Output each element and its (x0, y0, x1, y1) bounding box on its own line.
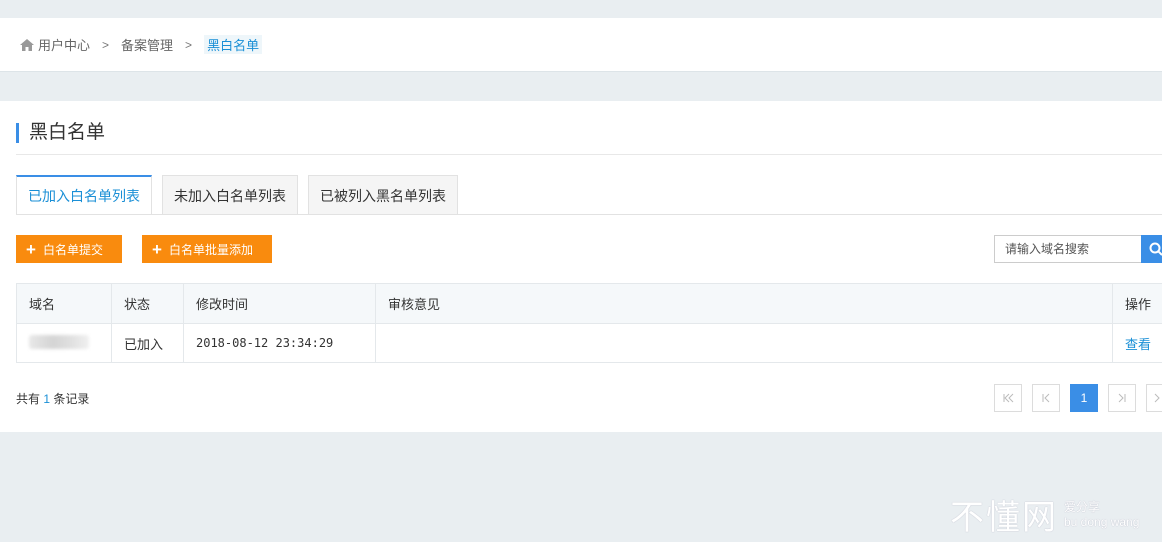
page-number-button[interactable]: 1 (1070, 384, 1098, 412)
breadcrumb-current: 黑白名单 (204, 35, 263, 54)
cell-action: 查看 (1112, 323, 1162, 363)
tab-bar: 已加入白名单列表 未加入白名单列表 已被列入黑名单列表 (16, 175, 468, 215)
last-page-icon (1154, 393, 1160, 403)
first-page-button[interactable] (994, 384, 1022, 412)
table-header-row: 域名 状态 修改时间 审核意见 操作 (16, 283, 1162, 324)
last-page-button[interactable] (1146, 384, 1162, 412)
whitelist-submit-label: 白名单提交 (42, 242, 103, 257)
whitelist-submit-button[interactable]: + 白名单提交 (16, 235, 122, 263)
tab-not-whitelisted[interactable]: 未加入白名单列表 (162, 175, 298, 215)
watermark-sub2: bu dong wang (1064, 514, 1140, 529)
col-header-domain: 域名 (16, 283, 112, 324)
top-strip (0, 0, 1162, 18)
site-watermark: 不懂网 爱分享 bu dong wang (950, 490, 1139, 539)
plus-icon: + (26, 239, 36, 259)
watermark-logo: 不懂网 (950, 498, 1058, 538)
plus-icon: + (152, 239, 162, 259)
record-count-suffix: 条记录 (53, 392, 90, 406)
tab-blacklisted[interactable]: 已被列入黑名单列表 (308, 175, 458, 215)
table-row: 已加入 2018-08-12 23:34:29 查看 (16, 323, 1162, 363)
prev-page-button[interactable] (1032, 384, 1060, 412)
cell-status: 已加入 (111, 323, 184, 363)
record-count-number: 1 (43, 392, 51, 406)
page-title: 黑白名单 (16, 123, 105, 143)
cell-domain (16, 323, 112, 363)
next-page-icon (1118, 393, 1126, 403)
tab-divider (16, 214, 1162, 215)
cell-opinion (375, 323, 1113, 363)
breadcrumb-separator: > (102, 37, 110, 52)
watermark-tagline: 爱分享 bu dong wang (1064, 500, 1139, 530)
col-header-modified: 修改时间 (183, 283, 376, 324)
watermark-sub1: 爱分享 (1064, 499, 1101, 514)
breadcrumb-home-label: 用户中心 (38, 38, 91, 53)
next-page-button[interactable] (1108, 384, 1136, 412)
whitelist-batch-add-label: 白名单批量添加 (168, 242, 253, 257)
prev-page-icon (1042, 393, 1050, 403)
cell-modified: 2018-08-12 23:34:29 (183, 323, 376, 363)
col-header-action: 操作 (1112, 283, 1162, 324)
whitelist-batch-add-button[interactable]: + 白名单批量添加 (142, 235, 272, 263)
record-count: 共有 1 条记录 (16, 390, 89, 407)
col-header-status: 状态 (111, 283, 184, 324)
title-divider (16, 154, 1162, 155)
pagination: 1 (994, 384, 1162, 412)
blurred-domain (29, 334, 89, 349)
col-header-opinion: 审核意见 (375, 283, 1113, 324)
record-count-prefix: 共有 (16, 392, 41, 406)
breadcrumb-separator: > (185, 37, 193, 52)
breadcrumb-home[interactable]: 用户中心 (20, 35, 90, 54)
home-icon (20, 38, 34, 51)
view-link[interactable]: 查看 (1125, 337, 1151, 352)
search-input[interactable] (994, 235, 1142, 263)
search-icon (1149, 242, 1162, 256)
first-page-icon (1003, 393, 1014, 403)
whitelist-table: 域名 状态 修改时间 审核意见 操作 已加入 2018-08-12 23:34:… (16, 283, 1162, 363)
search-button[interactable] (1141, 235, 1162, 263)
breadcrumb-section[interactable]: 备案管理 (121, 35, 173, 54)
main-panel: 黑白名单 已加入白名单列表 未加入白名单列表 已被列入黑名单列表 + 白名单提交… (0, 101, 1162, 432)
tab-whitelisted[interactable]: 已加入白名单列表 (16, 175, 152, 215)
breadcrumb: 用户中心 > 备案管理 > 黑白名单 (0, 18, 1162, 72)
